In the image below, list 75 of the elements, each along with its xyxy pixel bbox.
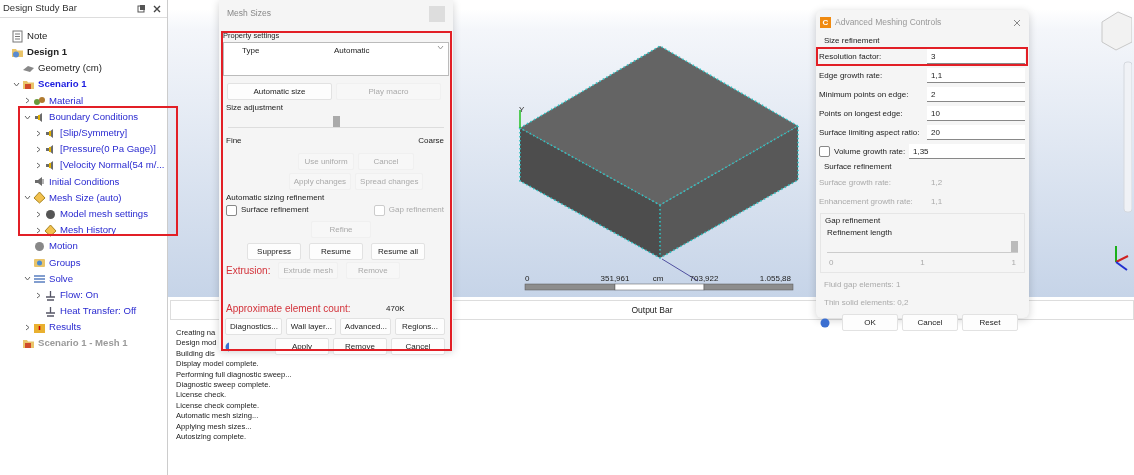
property-name: Type <box>241 45 261 58</box>
tree-item[interactable]: Motion <box>49 239 78 254</box>
field-label: Volume growth rate: <box>834 145 907 158</box>
section-title: Surface refinement <box>823 161 893 173</box>
tree-item[interactable]: Geometry (cm) <box>38 61 102 76</box>
scale-label: 703,922 <box>689 274 719 283</box>
slider-max-label: Coarse <box>418 135 444 148</box>
slider-label: Size adjustment <box>225 102 284 115</box>
tree-item[interactable]: Mesh Size (auto) <box>49 190 122 206</box>
dialog-button[interactable]: Diagnostics... <box>225 318 282 336</box>
field-label: Enhancement growth rate: <box>819 195 914 208</box>
value-field[interactable]: 1,1 <box>927 68 1025 83</box>
checkbox-option: Gap refinement <box>373 204 444 217</box>
section-title: Size refinement <box>823 35 881 47</box>
info-text: Fluid gap elements: 1 <box>823 279 902 291</box>
dialog-title: Advanced Meshing Controls <box>835 16 943 29</box>
field-label: Minimum points on edge: <box>819 88 910 101</box>
field-label: Resolution factor: <box>819 50 883 63</box>
tree-item[interactable]: Design 1 <box>27 45 67 60</box>
output-bar-title: Output Bar <box>631 303 673 317</box>
element-count-value: 470K <box>386 302 405 315</box>
tree-item[interactable]: Model mesh settings <box>60 206 148 222</box>
tree-item[interactable]: Solve <box>49 271 73 287</box>
group-title: Automatic sizing refinement <box>225 192 326 205</box>
dialog-button[interactable]: Reset <box>962 314 1018 331</box>
field-label: Surface limiting aspect ratio: <box>819 126 921 139</box>
dialog-button[interactable]: OK <box>842 314 898 331</box>
tree-item[interactable]: Mesh History <box>60 223 116 238</box>
dialog-button[interactable]: Regions... <box>395 318 445 336</box>
panel-title: Design Study Bar <box>3 1 77 16</box>
tick-label: 1 <box>1011 257 1016 269</box>
scale-unit: cm <box>652 274 664 283</box>
tree-item[interactable]: Boundary Conditions <box>49 109 139 125</box>
element-count-label: Approximate element count: <box>226 302 352 317</box>
tree-item[interactable]: Groups <box>49 255 81 270</box>
tree-item[interactable]: Results <box>49 320 81 335</box>
value-field[interactable]: 20 <box>927 125 1025 140</box>
dialog-button[interactable]: Automatic size <box>227 83 332 101</box>
dialog-button[interactable]: Resume all <box>371 243 425 261</box>
app-logo-icon: C <box>820 17 831 28</box>
tree-item[interactable]: [Pressure(0 Pa Gage)] <box>60 142 156 157</box>
dialog-button[interactable]: Resume <box>309 243 363 261</box>
tree-item[interactable]: [Velocity Normal(54 m/... <box>60 158 165 173</box>
value-field: 1,2 <box>927 175 1025 190</box>
tree-item[interactable]: Material <box>49 93 84 109</box>
value-field[interactable]: 3 <box>927 49 1025 64</box>
tree-item[interactable]: Flow: On <box>60 287 99 303</box>
scale-label: 1.055,88 <box>759 274 791 283</box>
extrusion-label: Extrusion: <box>226 264 271 279</box>
scale-label: 351,961 <box>600 274 630 283</box>
value-field[interactable]: 1,35 <box>909 144 1025 159</box>
tree-item[interactable]: Note <box>27 28 48 44</box>
scale-label: 0 <box>525 274 530 283</box>
tree-item[interactable]: Scenario 1 <box>38 77 87 92</box>
dialog-button[interactable]: Cancel <box>902 314 958 331</box>
slider-label: Refinement length <box>826 227 893 239</box>
type-dropdown[interactable]: Automatic <box>334 45 448 58</box>
dialog-title: Mesh Sizes <box>227 7 271 20</box>
checkbox-option[interactable]: Surface refinement <box>226 204 309 217</box>
tick-label: 1 <box>920 257 925 269</box>
dialog-button[interactable]: Advanced... <box>339 318 391 336</box>
tree-item[interactable]: [Slip/Symmetry] <box>60 126 128 141</box>
dialog-button[interactable]: Suppress <box>247 243 301 261</box>
field-label: Points on longest edge: <box>819 107 904 120</box>
tree-item[interactable]: Initial Conditions <box>49 174 120 189</box>
axis-label: Y <box>519 105 525 114</box>
value-field: 1,1 <box>927 194 1025 209</box>
value-field[interactable]: 10 <box>927 106 1025 121</box>
value-field[interactable]: 2 <box>927 87 1025 102</box>
dialog-button[interactable]: Wall layer... <box>285 318 336 336</box>
field-label: Edge growth rate: <box>819 69 884 82</box>
field-label: Surface growth rate: <box>819 176 893 189</box>
group-title: Gap refinement <box>825 215 882 227</box>
slider-min-label: Fine <box>226 135 242 148</box>
tree-item[interactable]: Heat Transfer: Off <box>60 304 137 319</box>
